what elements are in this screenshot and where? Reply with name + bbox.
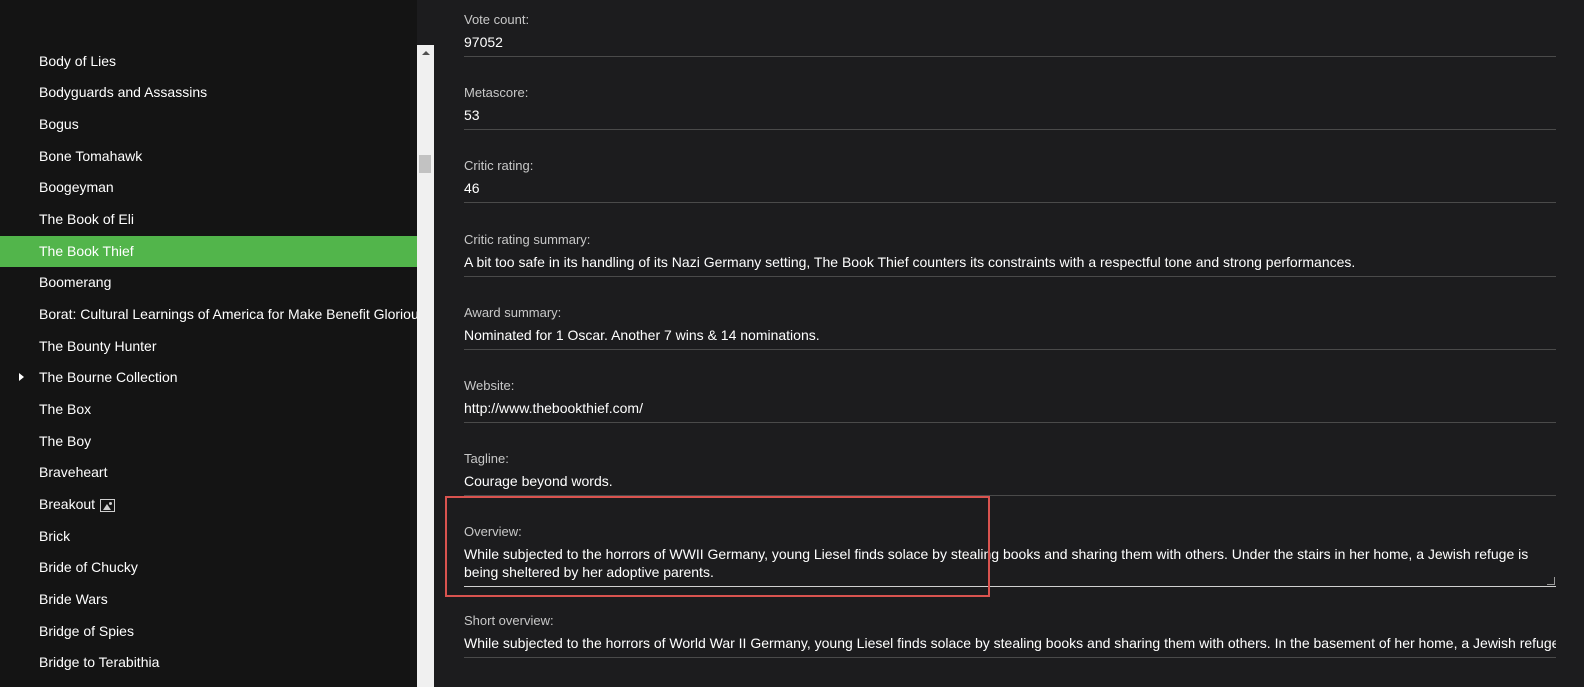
- metascore-label: Metascore:: [464, 85, 529, 100]
- list-item-label: Bogus: [39, 116, 79, 132]
- list-item[interactable]: The Bounty Hunter: [0, 331, 417, 362]
- list-item-label: Brick: [39, 528, 71, 544]
- highlight-box: [445, 496, 990, 597]
- list-item-label: The Boy: [39, 433, 92, 449]
- image-icon: [100, 499, 116, 512]
- scroll-thumb[interactable]: [419, 155, 431, 173]
- critic-rating-field: Critic rating: 46: [464, 158, 1556, 203]
- list-item-label: The Bourne Collection: [39, 369, 178, 385]
- short-overview-label: Short overview:: [464, 613, 554, 628]
- award-summary-input[interactable]: Nominated for 1 Oscar. Another 7 wins & …: [464, 326, 1556, 350]
- list-item[interactable]: Boomerang: [0, 267, 417, 298]
- list-item[interactable]: Braveheart: [0, 457, 417, 488]
- list-item[interactable]: Boogeyman: [0, 172, 417, 203]
- list-item[interactable]: Bridge of Spies: [0, 616, 417, 647]
- list-item[interactable]: Bone Tomahawk: [0, 141, 417, 172]
- list-item[interactable]: The Box: [0, 394, 417, 425]
- list-item[interactable]: The Book of Eli: [0, 204, 417, 235]
- list-item[interactable]: Body of Lies: [0, 46, 417, 77]
- list-item[interactable]: Breakout: [0, 489, 417, 520]
- short-overview-input[interactable]: While subjected to the horrors of World …: [464, 634, 1556, 658]
- list-item-label: Bride Wars: [39, 591, 108, 607]
- list-item-label: Bone Tomahawk: [39, 148, 143, 164]
- short-overview-field: Short overview: While subjected to the h…: [464, 613, 1556, 658]
- list-item-label: Bridge to Terabithia: [39, 654, 160, 670]
- list-item-label: Boogeyman: [39, 179, 114, 195]
- vote-count-field: Vote count: 97052: [464, 12, 1556, 57]
- list-item-label: Breakout: [39, 496, 96, 512]
- metascore-input[interactable]: 53: [464, 106, 1556, 130]
- list-item[interactable]: The Boy: [0, 426, 417, 457]
- award-summary-field: Award summary: Nominated for 1 Oscar. An…: [464, 305, 1556, 350]
- critic-rating-summary-label: Critic rating summary:: [464, 232, 591, 247]
- website-field: Website: http://www.thebookthief.com/: [464, 378, 1556, 423]
- list-item[interactable]: Bride Wars: [0, 584, 417, 615]
- movie-list: Body of Lies Bodyguards and Assassins Bo…: [0, 0, 417, 687]
- list-item-label: The Bounty Hunter: [39, 338, 157, 354]
- critic-rating-summary-field: Critic rating summary: A bit too safe in…: [464, 232, 1556, 277]
- list-item-label: Boomerang: [39, 274, 112, 290]
- metascore-field: Metascore: 53: [464, 85, 1556, 130]
- list-item-label: Bridge of Spies: [39, 623, 134, 639]
- website-input[interactable]: http://www.thebookthief.com/: [464, 399, 1556, 423]
- vote-count-label: Vote count:: [464, 12, 530, 27]
- website-label: Website:: [464, 378, 515, 393]
- list-item-label: Bodyguards and Assassins: [39, 84, 208, 100]
- critic-rating-summary-input[interactable]: A bit too safe in its handling of its Na…: [464, 253, 1556, 277]
- list-item[interactable]: Brick: [0, 521, 417, 552]
- list-item[interactable]: Bodyguards and Assassins: [0, 77, 417, 108]
- tagline-input[interactable]: Courage beyond words.: [464, 472, 1556, 496]
- critic-rating-input[interactable]: 46: [464, 179, 1556, 203]
- resize-grip-icon[interactable]: [1547, 577, 1555, 585]
- list-item-collection[interactable]: The Bourne Collection: [0, 362, 417, 393]
- list-item-label: The Box: [39, 401, 92, 417]
- expand-arrow-icon[interactable]: [19, 373, 24, 381]
- scroll-up-arrow-icon[interactable]: [417, 45, 434, 62]
- list-item-selected[interactable]: The Book Thief: [0, 236, 417, 267]
- list-item-label: Braveheart: [39, 464, 108, 480]
- list-item-label: Bride of Chucky: [39, 559, 138, 575]
- list-item-label: The Book of Eli: [39, 211, 134, 227]
- tagline-label: Tagline:: [464, 451, 509, 466]
- critic-rating-label: Critic rating:: [464, 158, 534, 173]
- list-item-label: Borat: Cultural Learnings of America for…: [39, 306, 417, 322]
- list-item-label: Body of Lies: [39, 53, 117, 69]
- award-summary-label: Award summary:: [464, 305, 562, 320]
- list-item[interactable]: Bogus: [0, 109, 417, 140]
- list-scrollbar[interactable]: [417, 45, 434, 687]
- list-item[interactable]: Bride of Chucky: [0, 552, 417, 583]
- tagline-field: Tagline: Courage beyond words.: [464, 451, 1556, 496]
- list-item[interactable]: Bridge to Terabithia: [0, 647, 417, 678]
- list-item-label: The Book Thief: [39, 243, 134, 259]
- list-item[interactable]: Borat: Cultural Learnings of America for…: [0, 299, 417, 330]
- vote-count-input[interactable]: 97052: [464, 33, 1556, 57]
